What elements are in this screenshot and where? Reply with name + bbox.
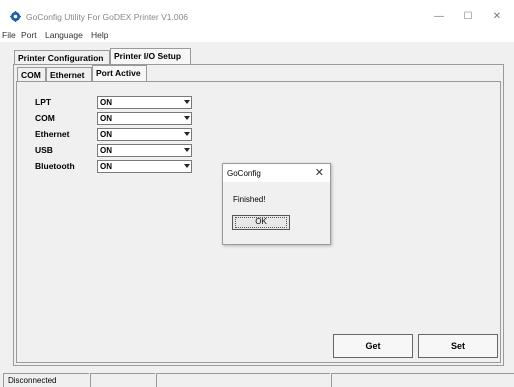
tab-printer-io-setup[interactable]: Printer I/O Setup	[110, 48, 191, 64]
chevron-down-icon[interactable]	[184, 116, 190, 120]
maximize-button[interactable]: ☐	[461, 10, 475, 24]
menu-language[interactable]: Language	[45, 30, 83, 40]
lpt-label: LPT	[35, 97, 52, 107]
dialog-title-bar: GoConfig ✕	[223, 164, 330, 182]
get-button[interactable]: Get	[333, 334, 413, 358]
ethernet-value: ON	[100, 130, 112, 139]
dialog-title: GoConfig	[227, 169, 261, 178]
usb-value: ON	[100, 146, 112, 155]
dialog-message: Finished!	[233, 195, 266, 204]
menu-bar: File Port Language Help	[0, 28, 514, 42]
close-window-button[interactable]: ✕	[490, 10, 504, 24]
ok-button[interactable]: OK	[232, 215, 290, 230]
status-cell-2	[90, 373, 155, 387]
com-value: ON	[100, 114, 112, 123]
minimize-button[interactable]: —	[432, 10, 446, 24]
bluetooth-label: Bluetooth	[35, 161, 75, 171]
chevron-down-icon[interactable]	[184, 100, 190, 104]
set-button[interactable]: Set	[418, 334, 498, 358]
tab-ethernet[interactable]: Ethernet	[46, 67, 92, 81]
status-cell-3	[156, 373, 330, 387]
usb-label: USB	[35, 145, 53, 155]
window-title: GoConfig Utility For GoDEX Printer V1.00…	[26, 12, 189, 22]
com-select[interactable]: ON	[97, 112, 192, 125]
gear-icon	[10, 11, 21, 22]
close-icon[interactable]: ✕	[315, 166, 324, 179]
title-bar: GoConfig Utility For GoDEX Printer V1.00…	[0, 0, 514, 28]
tab-com[interactable]: COM	[17, 67, 46, 81]
ok-label: OK	[255, 217, 267, 226]
tab-printer-configuration[interactable]: Printer Configuration	[14, 50, 110, 64]
ethernet-select[interactable]: ON	[97, 128, 192, 141]
com-label: COM	[35, 113, 55, 123]
menu-port[interactable]: Port	[21, 30, 37, 40]
message-dialog: GoConfig ✕ Finished! OK	[222, 163, 331, 245]
tab-port-active[interactable]: Port Active	[92, 65, 147, 81]
bluetooth-value: ON	[100, 162, 112, 171]
lpt-value: ON	[100, 98, 112, 107]
status-bar: Disconnected	[0, 371, 514, 387]
ethernet-label: Ethernet	[35, 129, 70, 139]
status-cell-4	[331, 373, 514, 387]
usb-select[interactable]: ON	[97, 144, 192, 157]
lpt-select[interactable]: ON	[97, 96, 192, 109]
chevron-down-icon[interactable]	[184, 132, 190, 136]
menu-help[interactable]: Help	[91, 30, 108, 40]
chevron-down-icon[interactable]	[184, 164, 190, 168]
bluetooth-select[interactable]: ON	[97, 160, 192, 173]
chevron-down-icon[interactable]	[184, 148, 190, 152]
menu-file[interactable]: File	[2, 30, 16, 40]
connection-status: Disconnected	[3, 373, 89, 387]
